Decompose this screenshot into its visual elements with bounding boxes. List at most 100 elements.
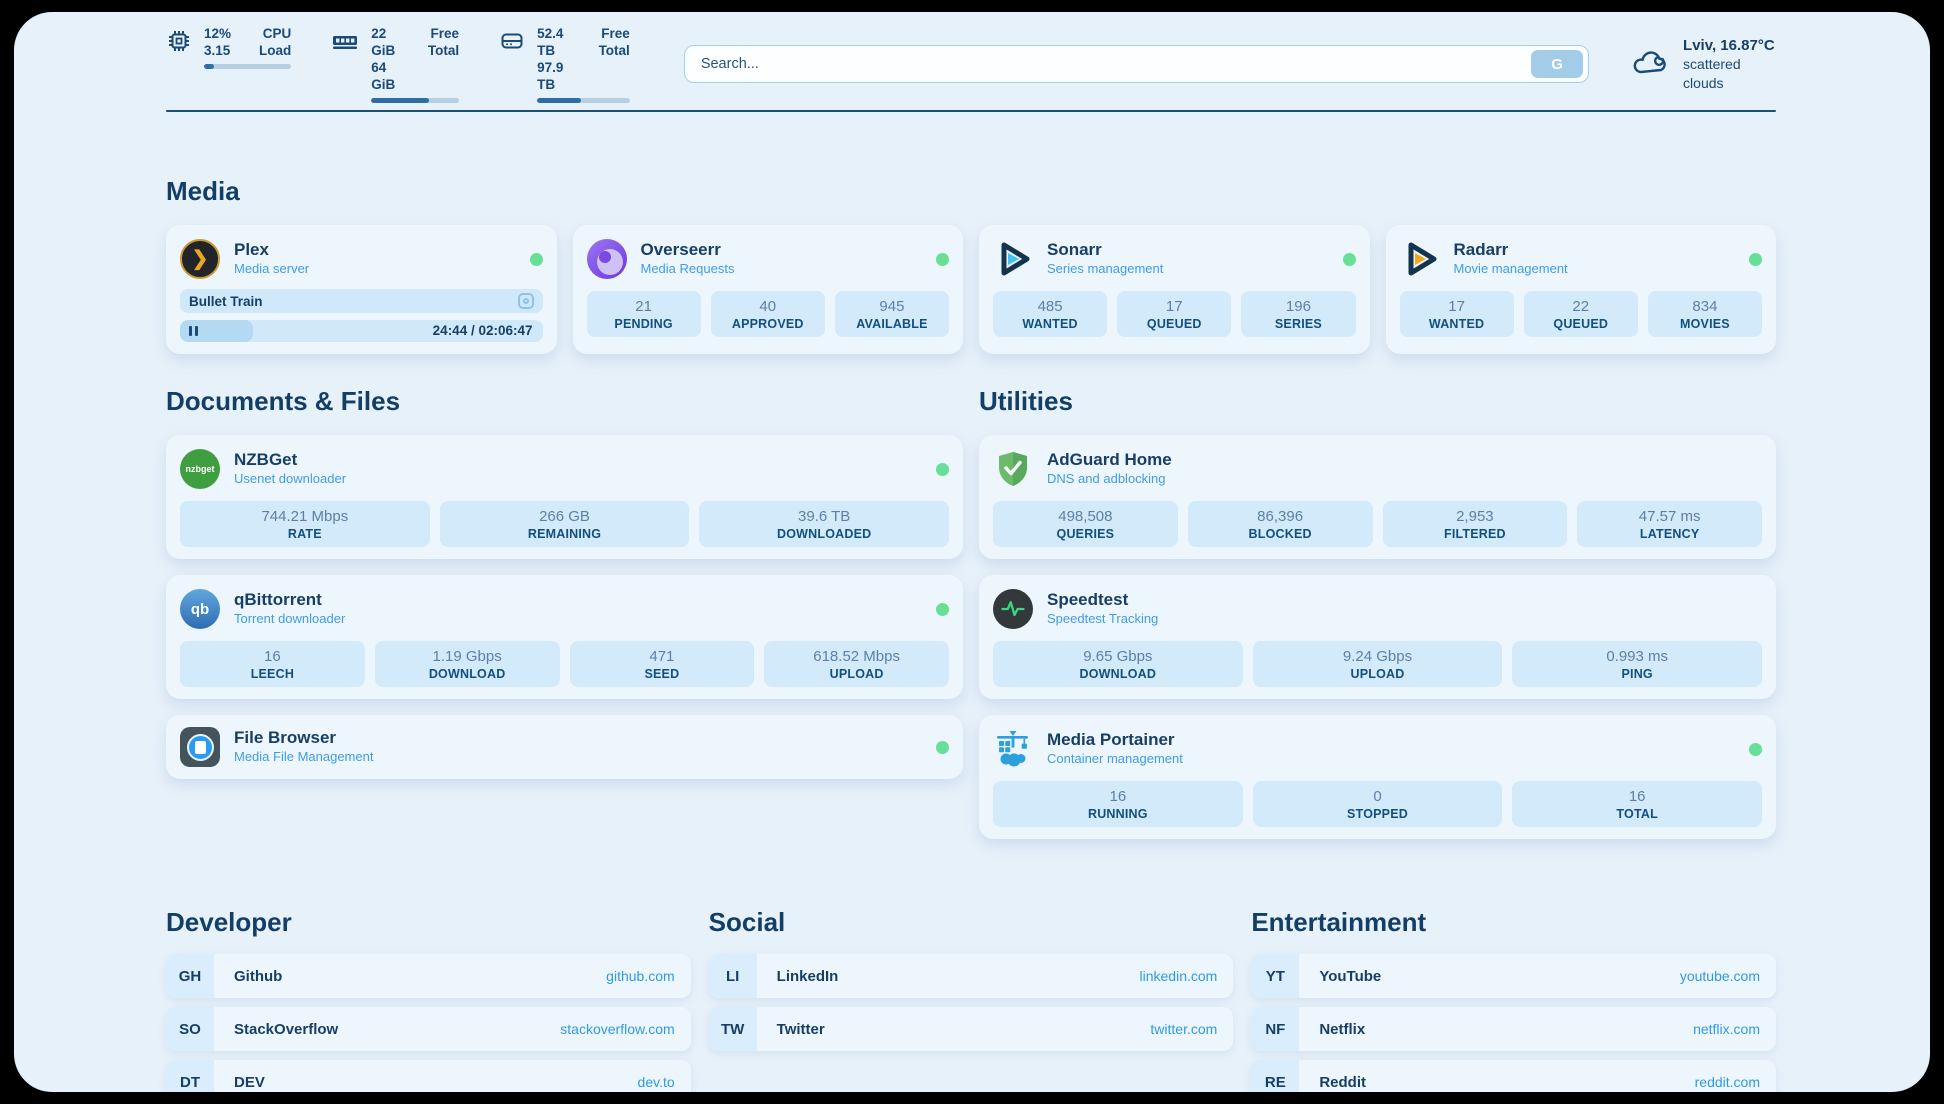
stat-blocked: 86,396 BLOCKED: [1188, 501, 1373, 547]
qbittorrent-icon: qb: [180, 589, 220, 629]
cpu-values: 12% 3.15: [204, 25, 231, 59]
overseerr-card[interactable]: Overseerr Media Requests 21 PENDING 40 A…: [573, 225, 964, 354]
cpu-metric: 12% 3.15 CPU Load: [166, 25, 291, 103]
bookmark-name: LinkedIn: [777, 968, 839, 985]
section-heading-media: Media: [166, 176, 1776, 207]
ram-progressbar: [371, 98, 459, 103]
bookmark-group-developer: Developer GH Github github.com SO StackO…: [166, 907, 691, 1092]
portainer-icon: [993, 729, 1033, 769]
bookmark-abbr: GH: [166, 954, 214, 998]
cloud-icon: [1631, 45, 1671, 84]
bookmark-group-entertainment: Entertainment YT YouTube youtube.com NF …: [1251, 907, 1776, 1092]
app-title: qBittorrent: [234, 590, 345, 609]
plex-icon: ❯: [180, 239, 220, 279]
app-title: AdGuard Home: [1047, 450, 1172, 469]
bookmark-reddit[interactable]: RE Reddit reddit.com: [1251, 1060, 1776, 1092]
stat-wanted: 17 WANTED: [1400, 291, 1514, 337]
plex-card[interactable]: ❯ Plex Media server Bullet Train 24:44 /…: [166, 225, 557, 354]
speedtest-card[interactable]: Speedtest Speedtest Tracking 9.65 Gbps D…: [979, 575, 1776, 699]
stat-series: 196 SERIES: [1241, 291, 1355, 337]
app-subtitle: Media server: [234, 259, 309, 278]
portainer-card[interactable]: Media Portainer Container management 16 …: [979, 715, 1776, 839]
status-dot: [936, 603, 949, 616]
status-dot: [1343, 253, 1356, 266]
bookmark-abbr: NF: [1251, 1007, 1299, 1051]
bookmark-netflix[interactable]: NF Netflix netflix.com: [1251, 1007, 1776, 1051]
bookmark-abbr: RE: [1251, 1060, 1299, 1092]
section-heading-utilities: Utilities: [979, 386, 1776, 417]
status-dot: [1749, 743, 1762, 756]
app-subtitle: Media Requests: [641, 259, 735, 278]
radarr-card[interactable]: Radarr Movie management 17 WANTED 22 QUE…: [1386, 225, 1777, 354]
app-title: Speedtest: [1047, 590, 1158, 609]
playback-progressbar: 24:44 / 02:06:47: [180, 320, 543, 342]
app-subtitle: Usenet downloader: [234, 469, 346, 488]
bookmark-linkedin[interactable]: LI LinkedIn linkedin.com: [709, 954, 1234, 998]
stat-upload: 9.24 Gbps UPLOAD: [1253, 641, 1503, 687]
bookmark-name: Github: [234, 968, 282, 985]
sonarr-card[interactable]: Sonarr Series management 485 WANTED 17 Q…: [979, 225, 1370, 354]
utilities-column: Utilities AdGuard Home DNS and adblockin…: [979, 386, 1776, 855]
system-metrics: 12% 3.15 CPU Load: [166, 25, 630, 103]
qbittorrent-card[interactable]: qb qBittorrent Torrent downloader 16 LEE…: [166, 575, 963, 699]
status-dot: [936, 253, 949, 266]
bookmark-dev[interactable]: DT DEV dev.to: [166, 1060, 691, 1092]
dashboard-panel: 12% 3.15 CPU Load: [14, 12, 1930, 1092]
stat-ping: 0.993 ms PING: [1512, 641, 1762, 687]
bookmark-url[interactable]: dev.to: [638, 1074, 675, 1090]
bookmark-group-social: Social LI LinkedIn linkedin.com TW Twitt…: [709, 907, 1234, 1092]
disk-labels: Free Total: [599, 25, 630, 93]
filebrowser-card[interactable]: File Browser Media File Management: [166, 715, 963, 779]
now-playing-bar: Bullet Train: [180, 289, 543, 313]
bookmark-url[interactable]: youtube.com: [1680, 968, 1760, 984]
app-title: NZBGet: [234, 450, 346, 469]
stat-download: 1.19 Gbps DOWNLOAD: [375, 641, 560, 687]
bookmark-url[interactable]: stackoverflow.com: [560, 1021, 674, 1037]
sonarr-icon: [993, 239, 1033, 279]
app-title: Sonarr: [1047, 240, 1163, 259]
ram-metric: 22 GiB 64 GiB Free Total: [331, 25, 459, 103]
adguard-card[interactable]: AdGuard Home DNS and adblocking 498,508 …: [979, 435, 1776, 559]
bookmark-url[interactable]: reddit.com: [1695, 1074, 1760, 1090]
stat-downloaded: 39.6 TB DOWNLOADED: [699, 501, 949, 547]
app-subtitle: Series management: [1047, 259, 1163, 278]
status-dot: [530, 253, 543, 266]
bookmark-abbr: TW: [709, 1007, 757, 1051]
bookmark-url[interactable]: linkedin.com: [1140, 968, 1218, 984]
bookmark-github[interactable]: GH Github github.com: [166, 954, 691, 998]
stat-approved: 40 APPROVED: [711, 291, 825, 337]
stat-wanted: 485 WANTED: [993, 291, 1107, 337]
bookmark-stackoverflow[interactable]: SO StackOverflow stackoverflow.com: [166, 1007, 691, 1051]
search-engine-button[interactable]: G: [1531, 50, 1583, 78]
disk-progressbar: [537, 98, 630, 103]
bookmark-twitter[interactable]: TW Twitter twitter.com: [709, 1007, 1234, 1051]
bookmark-url[interactable]: twitter.com: [1150, 1021, 1217, 1037]
bookmark-url[interactable]: github.com: [606, 968, 674, 984]
app-title: Overseerr: [641, 240, 735, 259]
stat-latency: 47.57 ms LATENCY: [1577, 501, 1762, 547]
bookmark-name: DEV: [234, 1074, 265, 1091]
ram-labels: Free Total: [428, 25, 459, 93]
stat-leech: 16 LEECH: [180, 641, 365, 687]
section-heading-documents: Documents & Files: [166, 386, 963, 417]
bookmark-youtube[interactable]: YT YouTube youtube.com: [1251, 954, 1776, 998]
stat-queued: 22 QUEUED: [1524, 291, 1638, 337]
disk-icon: [499, 25, 525, 59]
weather-condition: scattered clouds: [1683, 55, 1776, 93]
app-title: Plex: [234, 240, 309, 259]
search-input[interactable]: [701, 56, 1531, 72]
stat-movies: 834 MOVIES: [1648, 291, 1762, 337]
speedtest-icon: [993, 589, 1033, 629]
bookmark-url[interactable]: netflix.com: [1693, 1021, 1760, 1037]
stat-total: 16 TOTAL: [1512, 781, 1762, 827]
documents-column: Documents & Files nzbget NZBGet Usenet d…: [166, 386, 963, 795]
stat-filtered: 2,953 FILTERED: [1383, 501, 1568, 547]
app-subtitle: Speedtest Tracking: [1047, 609, 1158, 628]
weather-widget: Lviv, 16.87°C scattered clouds: [1631, 36, 1776, 93]
bookmark-name: YouTube: [1319, 968, 1381, 985]
app-title: Radarr: [1454, 240, 1568, 259]
nzbget-card[interactable]: nzbget NZBGet Usenet downloader 744.21 M…: [166, 435, 963, 559]
search-bar[interactable]: G: [684, 45, 1589, 83]
ram-icon: [331, 25, 359, 59]
app-subtitle: Movie management: [1454, 259, 1568, 278]
